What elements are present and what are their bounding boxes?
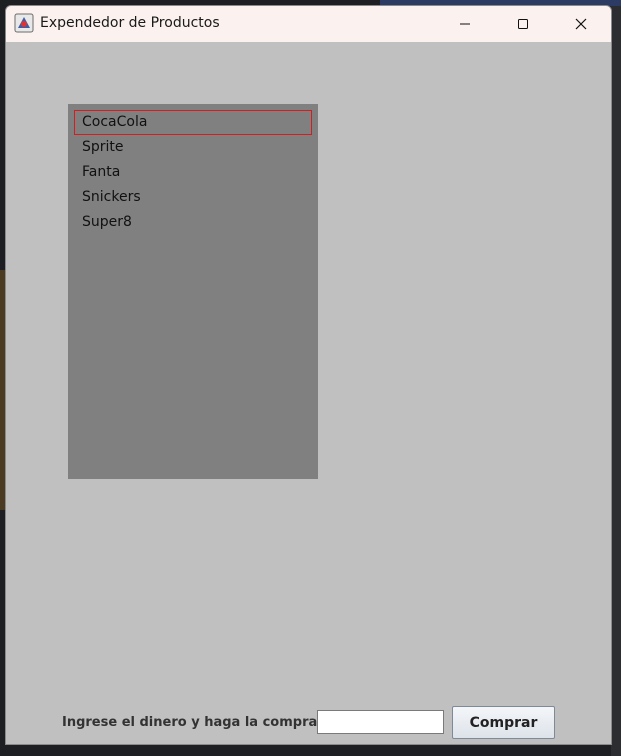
- list-item[interactable]: Super8: [74, 210, 312, 235]
- minimize-icon: [459, 15, 471, 34]
- window-title: Expendedor de Productos: [40, 15, 220, 31]
- list-item[interactable]: Fanta: [74, 160, 312, 185]
- buy-button[interactable]: Comprar: [452, 706, 555, 739]
- title-bar[interactable]: Expendedor de Productos: [6, 6, 611, 42]
- minimize-button[interactable]: [436, 6, 494, 42]
- app-window: Expendedor de Productos CocaCola Sprite …: [5, 5, 612, 745]
- window-content: CocaCola Sprite Fanta Snickers Super8 In…: [6, 42, 611, 744]
- background-editor-strip: [611, 6, 621, 756]
- product-list[interactable]: CocaCola Sprite Fanta Snickers Super8: [68, 104, 318, 479]
- list-item[interactable]: Snickers: [74, 185, 312, 210]
- list-item[interactable]: Sprite: [74, 135, 312, 160]
- maximize-icon: [517, 15, 529, 34]
- money-input[interactable]: [317, 710, 444, 734]
- java-app-icon: [14, 13, 34, 33]
- money-prompt-label: Ingrese el dinero y haga la compra:: [62, 715, 323, 730]
- close-icon: [575, 15, 587, 34]
- list-item[interactable]: CocaCola: [74, 110, 312, 135]
- maximize-button[interactable]: [494, 6, 552, 42]
- close-button[interactable]: [552, 6, 610, 42]
